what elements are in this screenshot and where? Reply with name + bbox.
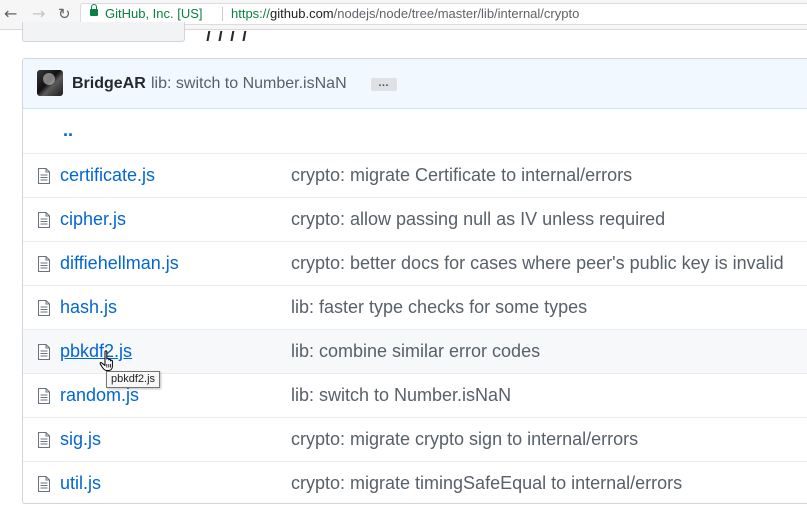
table-row: pbkdf2.js lib: combine similar error code… xyxy=(23,330,807,374)
commit-message-link[interactable]: lib: faster type checks for some types xyxy=(291,297,587,317)
breadcrumb: / / / / xyxy=(206,31,249,41)
url-protocol: https:// xyxy=(231,6,271,21)
file-link[interactable]: util.js xyxy=(60,473,101,493)
url-host: github.com xyxy=(270,6,334,21)
file-link[interactable]: diffiehellman.js xyxy=(60,253,179,273)
file-icon xyxy=(38,476,50,492)
parent-directory-row: .. xyxy=(23,109,807,154)
table-row: diffiehellman.js crypto: better docs for … xyxy=(23,242,807,286)
branch-select-button[interactable] xyxy=(22,22,185,42)
hand-pointer-icon xyxy=(99,350,113,371)
file-icon xyxy=(38,256,50,272)
file-link[interactable]: pbkdf2.js xyxy=(60,341,132,361)
commit-author[interactable]: BridgeAR xyxy=(72,74,146,94)
file-icon xyxy=(38,432,50,448)
arrow-left-icon[interactable]: ← xyxy=(4,4,17,24)
commit-message-link[interactable]: crypto: better docs for cases where peer… xyxy=(291,253,784,273)
table-row: util.js crypto: migrate timingSafeEqual t… xyxy=(23,462,807,503)
avatar[interactable] xyxy=(37,70,63,96)
file-listing: BridgeAR lib: switch to Number.isNaN … .… xyxy=(22,58,807,504)
reload-icon[interactable]: ↻ xyxy=(58,4,71,24)
file-link[interactable]: certificate.js xyxy=(60,165,155,185)
file-icon xyxy=(38,300,50,316)
commit-message-link[interactable]: crypto: migrate timingSafeEqual to inter… xyxy=(291,473,682,493)
commit-message-link[interactable]: crypto: migrate Certificate to internal/… xyxy=(291,165,632,185)
file-icon xyxy=(38,344,50,360)
address-separator xyxy=(222,7,223,21)
commit-message-link[interactable]: crypto: migrate crypto sign to internal/… xyxy=(291,429,638,449)
file-link[interactable]: random.js xyxy=(60,385,139,405)
expand-commit-button[interactable]: … xyxy=(371,78,397,91)
secure-origin-label: GitHub, Inc. [US] xyxy=(105,6,203,21)
url-path: /nodejs/node/tree/master/lib/internal/cr… xyxy=(333,6,580,21)
parent-directory-link[interactable]: .. xyxy=(63,120,73,140)
file-link[interactable]: hash.js xyxy=(60,297,117,317)
address-url[interactable]: https://github.com/nodejs/node/tree/mast… xyxy=(231,4,579,24)
table-row: certificate.js crypto: migrate Certificat… xyxy=(23,154,807,198)
commit-message-link[interactable]: lib: switch to Number.isNaN xyxy=(291,385,511,405)
file-icon xyxy=(38,168,50,184)
file-link[interactable]: cipher.js xyxy=(60,209,126,229)
lock-icon xyxy=(90,4,98,16)
table-row: sig.js crypto: migrate crypto sign to int… xyxy=(23,418,807,462)
latest-commit-bar: BridgeAR lib: switch to Number.isNaN … xyxy=(23,59,807,109)
file-icon xyxy=(38,212,50,228)
file-icon xyxy=(38,388,50,404)
commit-message-link[interactable]: crypto: allow passing null as IV unless … xyxy=(291,209,665,229)
commit-message-link[interactable]: lib: combine similar error codes xyxy=(291,341,540,361)
file-link[interactable]: sig.js xyxy=(60,429,101,449)
commit-message[interactable]: lib: switch to Number.isNaN xyxy=(151,74,347,94)
table-row: cipher.js crypto: allow passing null as I… xyxy=(23,198,807,242)
link-tooltip: pbkdf2.js xyxy=(106,371,161,388)
table-row: hash.js lib: faster type checks for some … xyxy=(23,286,807,330)
address-bar[interactable]: GitHub, Inc. [US] https://github.com/nod… xyxy=(80,3,807,25)
arrow-right-icon[interactable]: → xyxy=(32,4,45,24)
